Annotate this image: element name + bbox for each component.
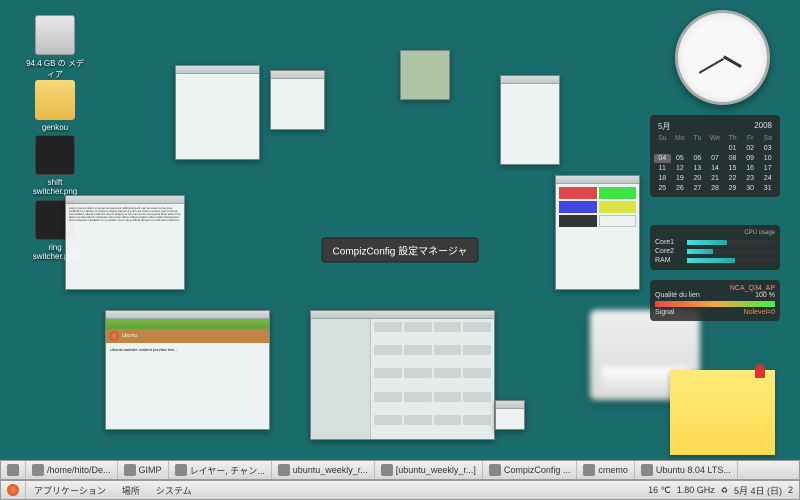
menu-system[interactable]: システム	[148, 484, 200, 497]
app-icon	[641, 464, 653, 476]
task-button[interactable]: レイヤー, チャン...	[169, 461, 272, 479]
task-button[interactable]: /home/hito/De...	[26, 461, 118, 479]
wifi-widget[interactable]: NCA_Q34_AP Qualité du lien100 % SignalNo…	[650, 280, 780, 321]
window-thumbnail-small[interactable]	[495, 400, 525, 430]
app-icon	[175, 464, 187, 476]
window-thumbnail-ccsm[interactable]	[310, 310, 495, 440]
ubuntu-logo-icon	[7, 484, 19, 496]
main-menu-button[interactable]	[1, 481, 26, 499]
window-thumbnail-text[interactable]: Lorem ipsum dolor sit amet consectetur a…	[65, 195, 185, 290]
app-icon	[489, 464, 501, 476]
sysmon-title: CPU usage	[655, 230, 775, 236]
taskbar[interactable]: /home/hito/De...GIMPレイヤー, チャン...ubuntu_w…	[0, 460, 800, 480]
task-button[interactable]: GIMP	[118, 461, 169, 479]
window-thumbnail[interactable]	[500, 75, 560, 165]
system-tray: 16 ℃ 1.80 GHz ♻ 5月 4日 (日) 2	[642, 484, 799, 497]
window-thumbnail-gimp[interactable]	[555, 175, 640, 290]
window-thumbnail[interactable]	[270, 70, 325, 130]
menu-panel[interactable]: アプリケーション 場所 システム 16 ℃ 1.80 GHz ♻ 5月 4日 (…	[0, 480, 800, 500]
wifi-ssid: NCA_Q34_AP	[655, 285, 775, 292]
icon-label: genkou	[25, 123, 85, 132]
app-icon	[278, 464, 290, 476]
tray-cpu[interactable]: 1.80 GHz	[677, 485, 715, 495]
desktop[interactable]: 94.4 GB の メディア genkou shift switcher.png…	[0, 0, 800, 500]
icon-label: 94.4 GB の メディア	[25, 58, 85, 80]
task-button[interactable]: ubuntu_weekly_r...	[272, 461, 375, 479]
desktop-icon-drive[interactable]: 94.4 GB の メディア	[25, 15, 85, 80]
window-thumbnail[interactable]: …	[175, 65, 260, 160]
pushpin-icon	[755, 364, 765, 378]
tray-time[interactable]: 2	[788, 485, 793, 495]
switcher-tooltip: CompizConfig 設定マネージャ	[322, 238, 479, 263]
desktop-icon-image[interactable]: shift switcher.png	[25, 135, 85, 196]
sticky-note-widget[interactable]	[670, 370, 775, 455]
calendar-grid: SuMoTuWeThFrSa01020304050607080910111213…	[654, 134, 776, 193]
app-icon	[583, 464, 595, 476]
task-button[interactable]: cmemo	[577, 461, 635, 479]
calendar-widget[interactable]: 5月 2008 SuMoTuWeThFrSa010203040506070809…	[650, 115, 780, 197]
wifi-quality-bar	[655, 301, 775, 307]
icon-label: shift switcher.png	[25, 178, 85, 196]
task-button[interactable]: [ubuntu_weekly_r...]	[375, 461, 483, 479]
menu-places[interactable]: 場所	[114, 484, 148, 497]
window-thumbnail[interactable]	[400, 50, 450, 100]
clock-widget[interactable]	[675, 10, 770, 105]
app-icon	[124, 464, 136, 476]
desktop-icon-folder[interactable]: genkou	[25, 80, 85, 132]
calendar-year: 2008	[754, 121, 772, 132]
task-button[interactable]: CompizConfig ...	[483, 461, 578, 479]
folder-icon	[35, 80, 75, 120]
image-icon	[35, 135, 75, 175]
show-desktop-button[interactable]	[1, 461, 26, 479]
tray-temp[interactable]: 16 ℃	[648, 485, 671, 496]
tray-date[interactable]: 5月 4日 (日)	[734, 484, 782, 497]
desktop-icon	[7, 464, 19, 476]
menu-applications[interactable]: アプリケーション	[26, 484, 114, 497]
calendar-month: 5月	[658, 121, 670, 132]
drive-icon	[35, 15, 75, 55]
app-icon	[381, 464, 393, 476]
sysmon-widget[interactable]: CPU usage Core1Core2RAM	[650, 225, 780, 270]
app-icon	[32, 464, 44, 476]
task-button[interactable]: Ubuntu 8.04 LTS...	[635, 461, 738, 479]
window-thumbnail-firefox[interactable]: ubuntu Ubuntu website content preview te…	[105, 310, 270, 430]
